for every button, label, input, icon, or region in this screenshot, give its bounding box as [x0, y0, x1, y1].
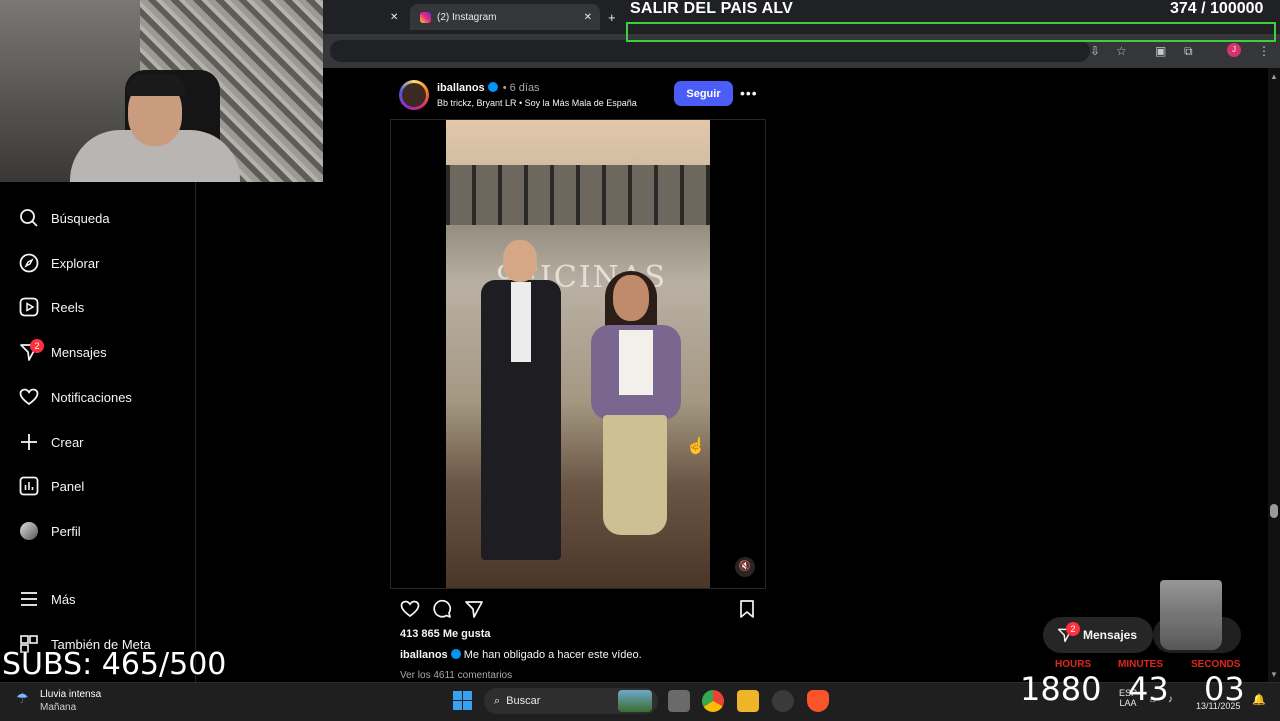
- sidebar-item-search[interactable]: Búsqueda: [18, 203, 110, 233]
- puzzle-icon[interactable]: ⧉: [1184, 44, 1193, 59]
- mute-icon[interactable]: 🔇: [735, 557, 755, 577]
- sidebar-item-label: Explorar: [51, 255, 100, 271]
- sidebar-item-label: Búsqueda: [51, 210, 110, 226]
- sidebar-item-label: Panel: [51, 478, 85, 494]
- likes-count[interactable]: 413 865 Me gusta: [400, 628, 491, 640]
- profile-avatar[interactable]: J: [1227, 43, 1241, 57]
- messages-button[interactable]: Mensajes: [1043, 617, 1153, 653]
- verified-icon: [487, 82, 498, 92]
- file-explorer-icon[interactable]: [737, 690, 759, 712]
- tab-label: (2) Instagram: [437, 11, 497, 23]
- install-icon[interactable]: ⇩: [1090, 44, 1100, 58]
- new-tab-button[interactable]: +: [608, 4, 616, 30]
- timer-seconds: 03: [1204, 670, 1245, 708]
- caption-text: Me han obligado a hacer este vídeo.: [463, 649, 642, 661]
- sidebar-item-label: Reels: [51, 299, 85, 315]
- sidebar-item-label: Más: [51, 591, 76, 607]
- volume-icon[interactable]: ♪: [1168, 694, 1173, 705]
- kebab-menu-icon[interactable]: ⋮: [1258, 44, 1270, 58]
- timer-hours: 1880: [1020, 670, 1102, 708]
- timer-seconds-label: SECONDS: [1191, 659, 1241, 670]
- sidebar-item-dashboard[interactable]: Panel: [18, 471, 84, 501]
- post-caption: iballanos Me han obligado a hacer este v…: [400, 649, 642, 661]
- sidebar-item-label: Mensajes: [51, 344, 107, 360]
- more-options-button[interactable]: •••: [740, 85, 758, 101]
- comment-button[interactable]: [431, 598, 453, 620]
- heart-icon: [400, 600, 420, 618]
- messages-badge: 2: [1066, 622, 1080, 636]
- scrollbar[interactable]: [1268, 68, 1280, 682]
- messages-badge: 2: [30, 339, 44, 353]
- taskbar-search-label: Buscar: [506, 695, 541, 707]
- chrome-icon[interactable]: [702, 690, 724, 712]
- webcam-feed: [0, 0, 323, 182]
- scroll-down-icon[interactable]: ▼: [1270, 670, 1278, 679]
- menu-icon: [18, 588, 40, 610]
- share-button[interactable]: [463, 598, 485, 620]
- tab-close-button[interactable]: ✕: [390, 4, 398, 30]
- send-icon: [465, 601, 483, 618]
- search-highlight-icon[interactable]: [618, 690, 652, 712]
- like-button[interactable]: [399, 598, 421, 620]
- post-video[interactable]: 9FICINAS: [446, 120, 710, 588]
- avatar: [18, 520, 40, 542]
- reels-icon: [18, 296, 40, 318]
- messenger-app-icon[interactable]: [772, 690, 794, 712]
- save-button[interactable]: [736, 598, 758, 620]
- bookmark-icon: [740, 600, 754, 618]
- messages-label: Mensajes: [1083, 628, 1138, 642]
- goal-progress-bar: [626, 22, 1276, 42]
- weather-subtitle: Mañana: [40, 702, 77, 713]
- search-icon: [18, 207, 40, 229]
- rain-icon[interactable]: ☂: [16, 690, 29, 707]
- caption-username[interactable]: iballanos: [400, 649, 448, 661]
- sidebar-item-label: Notificaciones: [51, 389, 132, 405]
- sidebar-item-explore[interactable]: Explorar: [18, 248, 99, 278]
- verified-icon: [450, 649, 461, 659]
- sidebar-item-more[interactable]: Más: [18, 584, 76, 614]
- dashboard-icon: [18, 475, 40, 497]
- tab-instagram[interactable]: (2) Instagram ✕: [410, 4, 600, 30]
- post-time: • 6 días: [502, 82, 540, 94]
- sidebar-item-label: Crear: [51, 434, 84, 450]
- sidebar-item-reels[interactable]: Reels: [18, 292, 84, 322]
- post-avatar[interactable]: [399, 80, 429, 110]
- sidebar-item-profile[interactable]: Perfil: [18, 516, 81, 546]
- scroll-up-icon[interactable]: ▲: [1270, 72, 1278, 81]
- timer-hours-label: HOURS: [1055, 659, 1092, 670]
- timer-minutes-label: MINUTES: [1118, 659, 1163, 670]
- plus-icon: [18, 431, 40, 453]
- instagram-icon: [420, 11, 431, 23]
- scrollbar-thumb[interactable]: [1270, 504, 1278, 518]
- windows-start-icon[interactable]: [453, 691, 472, 710]
- comment-icon: [433, 599, 452, 618]
- overlay-goal-count: 374 / 100000: [1170, 0, 1264, 17]
- notification-bell-icon[interactable]: 🔔: [1252, 693, 1266, 706]
- brave-icon[interactable]: [807, 690, 829, 712]
- post-header: iballanos • 6 días: [437, 82, 540, 94]
- subs-counter: SUBS: 465/500: [2, 647, 227, 682]
- sidebar-item-notifications[interactable]: Notificaciones: [18, 382, 132, 412]
- weather-title[interactable]: Lluvia intensa: [40, 689, 101, 700]
- cursor-icon: ☝: [686, 438, 706, 455]
- overlay-title: SALIR DEL PAIS ALV: [630, 0, 794, 17]
- view-comments-link[interactable]: Ver los 4611 comentarios: [400, 670, 512, 681]
- search-icon: ⌕: [494, 694, 501, 707]
- address-bar[interactable]: [330, 40, 1090, 62]
- compass-icon: [18, 252, 40, 274]
- close-icon[interactable]: ✕: [584, 12, 592, 23]
- extension-icon[interactable]: ▣: [1155, 44, 1166, 58]
- heart-icon: [18, 386, 40, 408]
- sidebar-item-label: Perfil: [51, 523, 81, 539]
- star-icon[interactable]: ☆: [1116, 44, 1127, 58]
- stream-cup-overlay: [1160, 580, 1222, 650]
- post-audio-line[interactable]: Bb trickz, Bryant LR • Soy la Más Mala d…: [437, 98, 637, 108]
- follow-button[interactable]: Seguir: [674, 81, 733, 106]
- task-view-icon[interactable]: [668, 690, 690, 712]
- timer-minutes: 43: [1128, 670, 1169, 708]
- sidebar-item-create[interactable]: Crear: [18, 427, 84, 457]
- post-username[interactable]: iballanos: [437, 82, 485, 94]
